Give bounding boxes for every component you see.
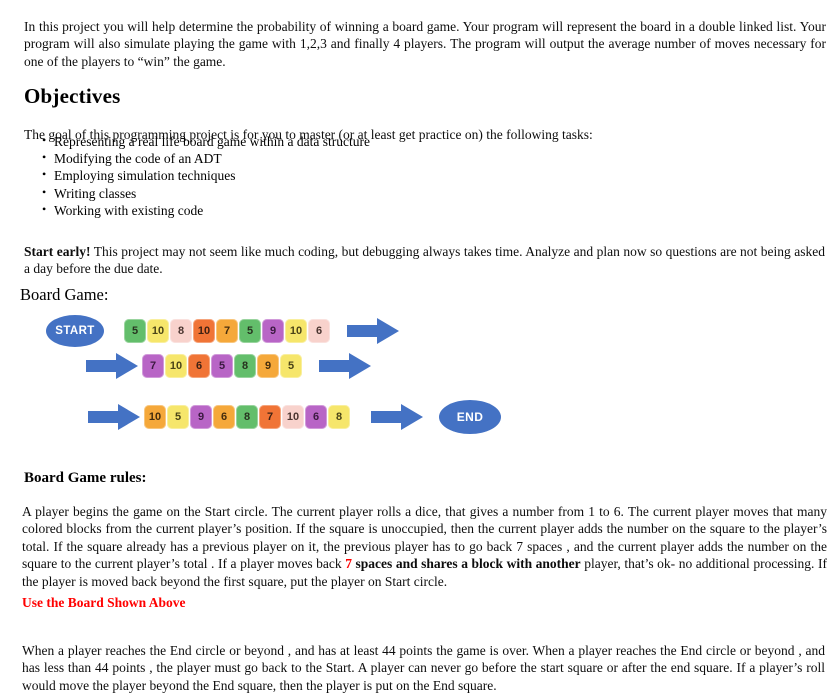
board-block: 5 — [124, 319, 146, 343]
board-block: 8 — [236, 405, 258, 429]
start-early-emphasis: Start early! — [24, 244, 90, 259]
board-game-diagram: START 5 10 8 10 7 5 9 10 6 7 10 6 5 — [0, 305, 831, 455]
board-block: 10 — [165, 354, 187, 378]
objectives-heading: Objectives — [24, 84, 120, 109]
board-block: 9 — [190, 405, 212, 429]
board-block: 9 — [262, 319, 284, 343]
intro-paragraph: In this project you will help determine … — [24, 18, 826, 71]
board-game-label: Board Game: — [20, 285, 108, 305]
board-block: 6 — [305, 405, 327, 429]
document-page: In this project you will help determine … — [0, 0, 831, 683]
board-block: 6 — [308, 319, 330, 343]
board-block: 5 — [167, 405, 189, 429]
objectives-list: Representing a real life board game with… — [24, 133, 370, 219]
board-block: 8 — [170, 319, 192, 343]
board-block: 10 — [147, 319, 169, 343]
start-early-body: This project may not seem like much codi… — [24, 244, 825, 277]
end-circle: END — [439, 400, 501, 434]
board-block: 7 — [216, 319, 238, 343]
board-block: 8 — [234, 354, 256, 378]
board-block: 7 — [259, 405, 281, 429]
list-item: Working with existing code — [24, 202, 370, 219]
board-row-1: START 5 10 8 10 7 5 9 10 6 — [46, 315, 399, 355]
board-block: 9 — [257, 354, 279, 378]
rules-red-number: 7 — [345, 556, 352, 571]
board-block: 10 — [193, 319, 215, 343]
list-item: Writing classes — [24, 185, 370, 202]
board-block: 8 — [328, 405, 350, 429]
board-row-2: 7 10 6 5 8 9 5 — [86, 353, 371, 393]
board-block: 5 — [280, 354, 302, 378]
arrow-right-icon — [347, 318, 399, 344]
arrow-right-icon — [88, 404, 140, 430]
board-block: 7 — [142, 354, 164, 378]
rules-bold-phrase: spaces and shares a block with another — [352, 556, 581, 571]
arrow-right-icon — [319, 353, 371, 379]
list-item: Employing simulation techniques — [24, 167, 370, 184]
arrow-right-icon — [86, 353, 138, 379]
final-paragraph: When a player reaches the End circle or … — [22, 642, 825, 694]
board-block: 5 — [239, 319, 261, 343]
board-block: 10 — [282, 405, 304, 429]
board-block: 6 — [213, 405, 235, 429]
board-row-1-blocks: 5 10 8 10 7 5 9 10 6 — [124, 319, 331, 343]
list-item: Modifying the code of an ADT — [24, 150, 370, 167]
list-item: Representing a real life board game with… — [24, 133, 370, 150]
board-block: 5 — [211, 354, 233, 378]
board-row-3: 10 5 9 6 8 7 10 6 8 END — [88, 400, 501, 440]
start-circle: START — [46, 315, 104, 347]
board-row-3-blocks: 10 5 9 6 8 7 10 6 8 — [144, 405, 351, 429]
start-early-paragraph: Start early! This project may not seem l… — [24, 243, 825, 278]
board-game-rules-paragraph: A player begins the game on the Start ci… — [22, 503, 827, 591]
board-row-2-blocks: 7 10 6 5 8 9 5 — [142, 354, 303, 378]
board-block: 6 — [188, 354, 210, 378]
board-block: 10 — [144, 405, 166, 429]
arrow-right-icon — [371, 404, 423, 430]
board-block: 10 — [285, 319, 307, 343]
board-game-rules-heading: Board Game rules: — [24, 470, 146, 487]
use-board-notice: Use the Board Shown Above — [22, 595, 186, 611]
